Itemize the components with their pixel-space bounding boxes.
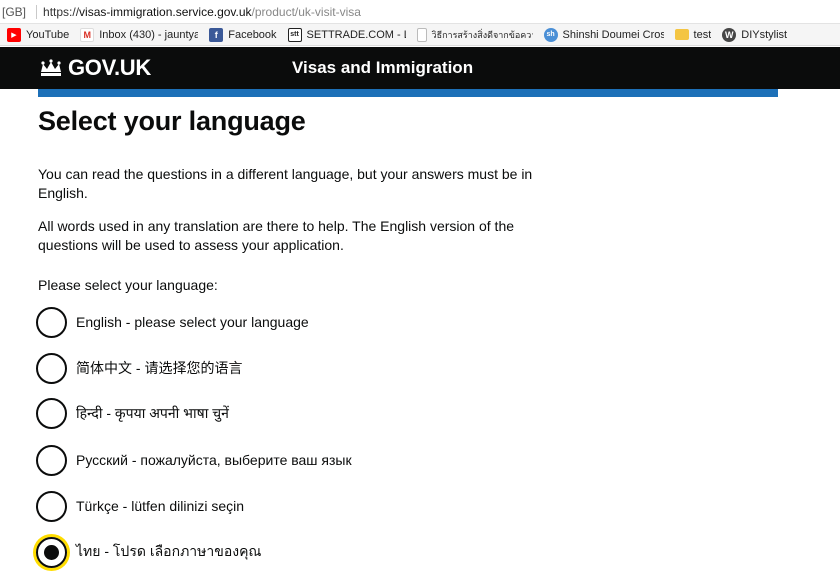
- radio-button[interactable]: [36, 352, 67, 384]
- radio-button-selected[interactable]: [36, 536, 67, 568]
- service-name-link[interactable]: Visas and Immigration: [292, 58, 473, 78]
- crown-icon: [38, 59, 64, 82]
- radio-label[interactable]: English - please select your language: [76, 314, 309, 330]
- bookmark-shinshi[interactable]: sh Shinshi Doumei Cross: [543, 27, 664, 42]
- govuk-logo-link[interactable]: GOV.UK: [68, 55, 151, 81]
- folder-icon: [674, 29, 689, 40]
- radio-button[interactable]: [36, 444, 67, 476]
- url-path: /product/uk-visit-visa: [251, 4, 361, 19]
- settrade-icon: stt: [287, 27, 302, 42]
- radio-label[interactable]: Türkçe - lütfen dilinizi seçin: [76, 498, 244, 514]
- radio-button[interactable]: [36, 397, 67, 429]
- bookmark-test[interactable]: test: [674, 28, 712, 41]
- govuk-header: GOV.UK Visas and Immigration: [0, 47, 840, 89]
- language-legend: Please select your language:: [38, 277, 218, 293]
- page-icon: [416, 27, 427, 42]
- facebook-icon: f: [209, 27, 224, 42]
- bookmark-label: Inbox (430) - jauntya: [99, 28, 199, 41]
- bookmark-diystylist[interactable]: W DIYstylist: [722, 27, 788, 42]
- radio-button[interactable]: [36, 490, 67, 522]
- url-host: visas-immigration.service.gov.uk: [79, 4, 252, 19]
- radio-button[interactable]: [36, 306, 67, 338]
- page-title: Select your language: [38, 106, 306, 136]
- youtube-icon: ▶: [7, 27, 21, 42]
- header-accent-bar: [38, 89, 778, 97]
- radio-russian[interactable]: Русский - пожалуйста, выберите ваш язык: [36, 444, 352, 476]
- bookmark-settrade[interactable]: stt SETTRADE.COM - Le: [287, 27, 406, 42]
- radio-label[interactable]: हिन्दी - कृपया अपनी भाषा चुनें: [76, 404, 229, 423]
- translation-notice: All words used in any translation are th…: [38, 218, 515, 253]
- radio-thai[interactable]: ไทย - โปรด เลือกภาษาของคุณ: [36, 536, 261, 568]
- bookmark-label: YouTube: [26, 28, 70, 41]
- address-bar[interactable]: [GB] https://visas-immigration.service.g…: [0, 0, 840, 24]
- radio-chinese[interactable]: 简体中文 - 请选择您的语言: [36, 352, 242, 384]
- address-divider: [36, 4, 38, 19]
- bookmarks-bar: ▶ YouTube M Inbox (430) - jauntya f Face…: [0, 24, 840, 46]
- bookmark-label: test: [693, 28, 712, 41]
- bookmark-label: Facebook: [228, 28, 277, 41]
- bookmark-youtube[interactable]: ▶ YouTube: [7, 27, 70, 42]
- bookmark-label: Shinshi Doumei Cross: [562, 28, 664, 41]
- bookmark-inbox[interactable]: M Inbox (430) - jauntya: [80, 27, 199, 42]
- intro-paragraph: You can read the questions in a differen…: [38, 166, 533, 201]
- bookmark-label: SETTRADE.COM - Le: [306, 28, 406, 41]
- bookmark-label: DIYstylist: [741, 28, 788, 41]
- radio-label[interactable]: ไทย - โปรด เลือกภาษาของคุณ: [76, 541, 261, 563]
- url-scheme: https://: [43, 4, 80, 19]
- radio-label[interactable]: Русский - пожалуйста, выберите ваш язык: [76, 452, 352, 468]
- radio-hindi[interactable]: हिन्दी - कृपया अपनी भाषा चुनें: [36, 397, 229, 429]
- certificate-badge[interactable]: [GB]: [0, 5, 30, 19]
- radio-english[interactable]: English - please select your language: [36, 306, 309, 338]
- radio-selected-dot: [44, 544, 59, 560]
- bookmark-thai-article[interactable]: วิธีการสร้างสิ่งดีจากข้อความ: [416, 27, 533, 42]
- globe-icon: sh: [543, 27, 558, 42]
- radio-label[interactable]: 简体中文 - 请选择您的语言: [76, 358, 242, 378]
- gmail-icon: M: [80, 27, 95, 42]
- bookmark-facebook[interactable]: f Facebook: [209, 27, 277, 42]
- wordpress-icon: W: [722, 27, 737, 42]
- radio-turkish[interactable]: Türkçe - lütfen dilinizi seçin: [36, 490, 244, 522]
- bookmark-label: วิธีการสร้างสิ่งดีจากข้อความ: [431, 29, 533, 40]
